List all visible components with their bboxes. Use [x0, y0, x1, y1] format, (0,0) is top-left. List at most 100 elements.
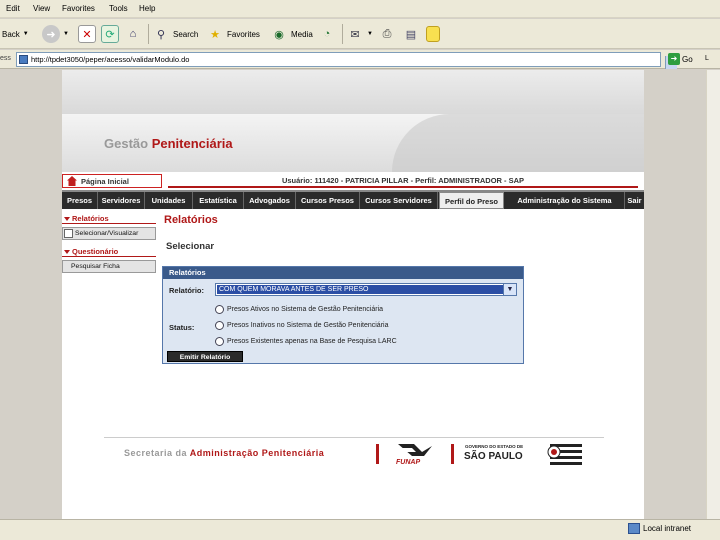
go-arrow-icon: ➜ [668, 53, 680, 65]
checkbox-icon [64, 229, 73, 238]
search-label: Search [173, 29, 199, 39]
stop-button[interactable]: ✕ [78, 23, 96, 45]
menu-favorites[interactable]: Favorites [62, 4, 95, 13]
edit-icon: ▤ [405, 28, 417, 41]
sidebar-item-pesquisar-ficha[interactable]: Pesquisar Ficha [62, 260, 156, 273]
page-icon [19, 55, 28, 64]
nav-unidades[interactable]: Unidades [145, 192, 193, 209]
nav-sair[interactable]: Sair [625, 192, 644, 209]
radio-button[interactable] [215, 337, 224, 346]
status-option-inativos[interactable]: Presos Inativos no Sistema de Gestão Pen… [215, 321, 388, 330]
nav-perfil-do-preso[interactable]: Perfil do Preso [439, 192, 504, 209]
report-label: Relatório: [169, 286, 205, 295]
gov-label-big: SÃO PAULO [464, 451, 523, 462]
home-page-link[interactable]: Página Inicial [62, 174, 162, 188]
footer-separator [376, 444, 379, 464]
user-bar: Página Inicial Usuário: 111420 - PATRICI… [62, 172, 644, 190]
site-brand: Gestão Penitenciária [104, 136, 233, 151]
toolbar-separator [342, 24, 343, 44]
back-button[interactable]: Back ▼ [2, 23, 29, 45]
sidebar-divider [62, 223, 156, 224]
chevron-down-icon[interactable]: ▼ [503, 284, 516, 295]
menu-edit[interactable]: Edit [6, 4, 20, 13]
page-title: Relatórios [164, 214, 218, 226]
sidebar-divider [62, 256, 156, 257]
back-label: Back [2, 29, 20, 39]
funap-label: FUNAP [396, 459, 421, 466]
nav-cursos-presos[interactable]: Cursos Presos [296, 192, 360, 209]
status-bar: Local intranet [0, 519, 720, 540]
sidebar-item-label: Selecionar/Visualizar [75, 230, 139, 237]
sidebar-section-label: Questionário [72, 247, 119, 256]
sao-paulo-flag-icon [547, 444, 582, 465]
header-decoration [392, 114, 644, 172]
browser-viewport: Gestão Penitenciária Página Inicial Usuá… [0, 70, 720, 519]
vertical-scrollbar[interactable] [706, 70, 720, 519]
menu-tools[interactable]: Tools [109, 4, 128, 13]
site-header: Gestão Penitenciária [62, 114, 644, 172]
sidebar: Relatórios Selecionar/Visualizar Questio… [62, 210, 156, 330]
notes-button[interactable] [426, 23, 440, 45]
sidebar-section-questionario[interactable]: Questionário [64, 247, 118, 256]
browser-toolbar: Back ▼ ➜ ▼ ✕ ⟳ ⌂ ⚲ Search ★ Favorites ◉ … [0, 19, 720, 49]
nav-servidores[interactable]: Servidores [98, 192, 145, 209]
status-option-label: Presos Ativos no Sistema de Gestão Penit… [227, 306, 384, 313]
media-button[interactable]: ◉ Media [270, 23, 313, 45]
favorites-button[interactable]: ★ Favorites [206, 23, 260, 45]
links-label[interactable]: L [705, 55, 709, 62]
zone-label: Local intranet [643, 524, 692, 533]
radio-button[interactable] [215, 305, 224, 314]
dropdown-arrow-icon: ▼ [22, 31, 29, 37]
nav-presos[interactable]: Presos [62, 192, 98, 209]
footer-divider [104, 437, 604, 438]
menu-bar: Edit View Favorites Tools Help [0, 0, 720, 18]
sidebar-section-label: Relatórios [72, 214, 109, 223]
nav-advogados[interactable]: Advogados [244, 192, 296, 209]
footer-text-red: Administração Penitenciária [189, 448, 325, 458]
forward-button[interactable]: ➜ ▼ [42, 23, 69, 45]
nav-cursos-servidores[interactable]: Cursos Servidores [360, 192, 438, 209]
history-button[interactable]: ◔ [318, 23, 336, 45]
nav-estatistica[interactable]: Estatística [193, 192, 244, 209]
menu-help[interactable]: Help [139, 4, 155, 13]
report-panel: Relatórios Relatório: COM QUEM MORAVA AN… [162, 266, 524, 364]
search-button[interactable]: ⚲ Search [152, 23, 198, 45]
report-select[interactable]: COM QUEM MORAVA ANTES DE SER PRESO ▼ [215, 283, 517, 296]
user-info: Usuário: 111420 - PATRICIA PILLAR - Perf… [168, 174, 638, 188]
nav-administracao-do-sistema[interactable]: Administração do Sistema [505, 192, 625, 209]
menu-view[interactable]: View [33, 4, 50, 13]
print-button[interactable]: ⎙ [378, 23, 396, 45]
gov-label-small: GOVERNO DO ESTADO DE [465, 444, 524, 449]
stop-icon: ✕ [78, 25, 96, 43]
status-option-larc[interactable]: Presos Existentes apenas na Base de Pesq… [215, 337, 397, 346]
home-icon: ⌂ [129, 28, 137, 40]
emit-report-button[interactable]: Emitir Relatório [167, 351, 243, 362]
panel-title: Relatórios [163, 267, 523, 279]
triangle-down-icon [64, 249, 70, 254]
panel-body: Relatório: COM QUEM MORAVA ANTES DE SER … [163, 279, 523, 363]
footer-separator [451, 444, 454, 464]
toolbar-separator [148, 24, 149, 44]
note-icon [426, 26, 440, 42]
favorites-label: Favorites [227, 29, 260, 39]
refresh-icon: ⟳ [101, 25, 119, 43]
status-option-ativos[interactable]: Presos Ativos no Sistema de Gestão Penit… [215, 305, 383, 314]
media-icon: ◉ [274, 28, 284, 41]
mail-button[interactable]: ✉ ▼ [346, 23, 373, 45]
address-url: http://tpdet3050/peper/acesso/validarMod… [31, 55, 190, 64]
status-option-label: Presos Existentes apenas na Base de Pesq… [227, 338, 397, 345]
sidebar-section-relatorios[interactable]: Relatórios [64, 214, 109, 223]
status-label: Status: [169, 323, 195, 332]
edit-button[interactable]: ▤ [402, 23, 420, 45]
mail-icon: ✉ [350, 28, 360, 41]
refresh-button[interactable]: ⟳ [101, 23, 119, 45]
report-selected-value: COM QUEM MORAVA ANTES DE SER PRESO [217, 285, 503, 294]
home-button[interactable]: ⌂ [124, 23, 142, 45]
address-input[interactable]: http://tpdet3050/peper/acesso/validarMod… [16, 52, 677, 69]
footer-text-gray: Secretaria da [124, 448, 188, 458]
sidebar-item-selecionar-visualizar[interactable]: Selecionar/Visualizar [62, 227, 156, 240]
address-bar: ess http://tpdet3050/peper/acesso/valida… [0, 50, 720, 69]
go-button[interactable]: ➜ Go [668, 53, 693, 65]
radio-button[interactable] [215, 321, 224, 330]
dropdown-arrow-icon: ▼ [63, 31, 69, 37]
